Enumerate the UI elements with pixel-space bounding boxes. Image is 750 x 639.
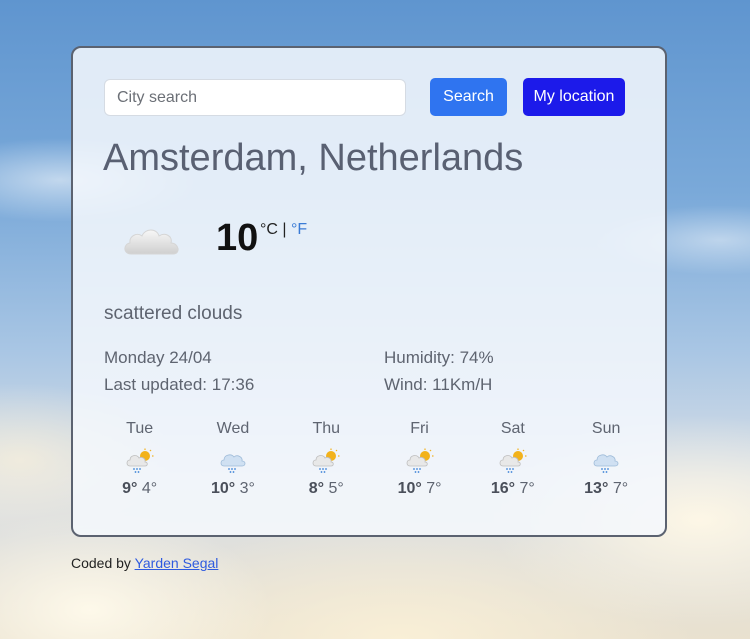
forecast-day-name: Sat [500, 420, 525, 437]
forecast-max: 10° [397, 480, 422, 497]
sun-cloud-rain-icon [466, 442, 559, 480]
unit-toggle: °C | °F [260, 221, 307, 239]
fahrenheit-link[interactable]: °F [291, 221, 307, 238]
forecast-min: 7° [426, 480, 442, 497]
city-search-input[interactable] [104, 79, 406, 116]
sun-cloud-rain-icon [373, 442, 466, 480]
forecast-day-name: Fri [410, 420, 429, 437]
weather-description: scattered clouds [104, 303, 243, 324]
forecast-day: Tue 9° 4° [93, 420, 186, 498]
cloud-rain-icon [559, 442, 652, 480]
unit-separator: | [282, 221, 287, 238]
my-location-button[interactable]: My location [523, 78, 625, 116]
forecast-max: 8° [308, 480, 325, 497]
forecast-temps: 10° 7° [373, 480, 466, 498]
forecast-day: Fri 10° 7° [373, 420, 466, 498]
forecast-day: Sun 13° 7° [559, 420, 652, 498]
forecast-temps: 8° 5° [280, 480, 373, 498]
forecast-max: 13° [584, 480, 609, 497]
forecast-temps: 9° 4° [93, 480, 186, 498]
forecast-temps: 16° 7° [466, 480, 559, 498]
author-link[interactable]: Yarden Segal [135, 555, 219, 571]
sun-cloud-rain-icon [280, 442, 373, 480]
search-button[interactable]: Search [430, 78, 507, 116]
forecast-temps: 10° 3° [186, 480, 279, 498]
city-name: Amsterdam, Netherlands [103, 137, 524, 179]
sun-cloud-rain-icon [93, 442, 186, 480]
scattered-clouds-icon [121, 218, 185, 263]
forecast-day: Thu 8° 5° [280, 420, 373, 498]
forecast-max: 10° [210, 480, 236, 497]
forecast-max: 16° [490, 480, 516, 497]
forecast-min: 7° [612, 480, 629, 497]
forecast-day-name: Sun [591, 420, 621, 437]
cloud-rain-icon [186, 442, 279, 480]
humidity: Humidity: 74% [384, 348, 494, 367]
forecast-day-name: Tue [126, 420, 154, 437]
forecast-day: Sat 16° 7° [466, 420, 559, 498]
wind: Wind: 11Km/H [384, 375, 493, 394]
forecast-min: 4° [141, 480, 158, 497]
forecast-row: Tue 9° 4° Wed 10° 3° Thu 8° 5° Fri 10° 7… [93, 420, 653, 498]
current-temperature: 10 [216, 217, 259, 259]
last-updated: Last updated: 17:36 [104, 375, 255, 394]
forecast-max: 9° [122, 480, 138, 497]
forecast-min: 3° [239, 480, 255, 497]
forecast-min: 7° [519, 480, 535, 497]
weather-card: Search My location Amsterdam, Netherland… [71, 46, 667, 537]
forecast-day-name: Thu [312, 420, 341, 437]
current-date: Monday 24/04 [104, 348, 212, 367]
forecast-day-name: Wed [216, 420, 250, 437]
celsius-unit[interactable]: °C [260, 221, 278, 238]
footer: Coded by Yarden Segal [71, 555, 218, 571]
footer-prefix: Coded by [71, 555, 131, 571]
forecast-temps: 13° 7° [559, 480, 652, 498]
forecast-day: Wed 10° 3° [186, 420, 279, 498]
forecast-min: 5° [328, 480, 344, 497]
